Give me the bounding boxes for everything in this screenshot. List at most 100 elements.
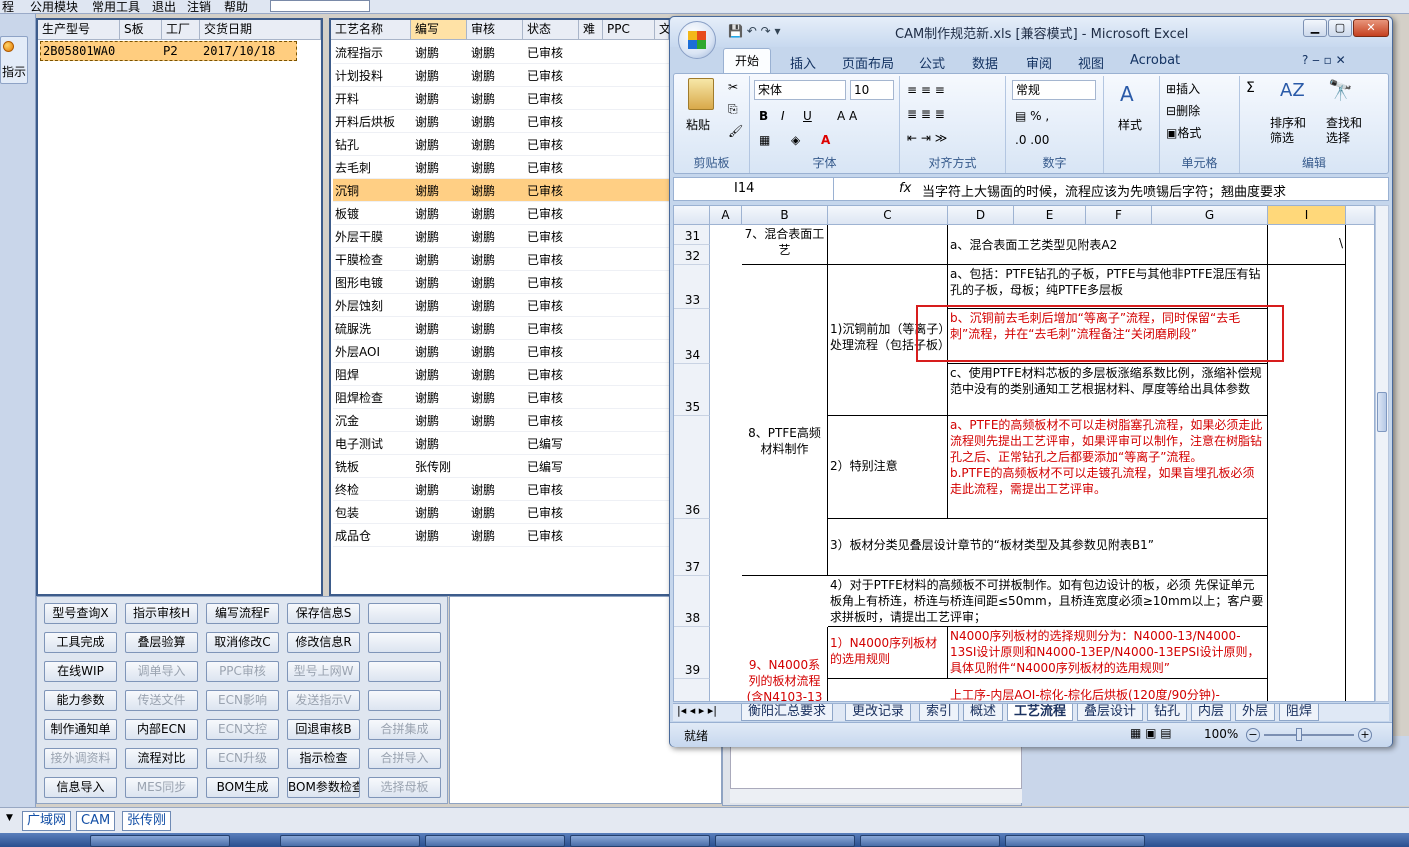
process-row[interactable]: 沉铜 谢鹏 谢鹏 已审核 (333, 179, 671, 202)
tab-user[interactable]: 张传刚 (122, 811, 172, 831)
col-header-status[interactable]: 状态 (523, 20, 579, 40)
cell-d35[interactable]: c、使用PTFE材料芯板的多层板涨缩系数比例，涨缩补偿规范中没有的类别通知工艺根… (948, 364, 1268, 416)
command-button[interactable]: BOM生成 (206, 777, 279, 798)
select-all-corner[interactable] (674, 206, 710, 225)
command-button[interactable]: MES同步 (125, 777, 198, 798)
background-hscrollbar[interactable] (730, 788, 1022, 803)
command-button[interactable]: 接外调资料 (44, 748, 117, 769)
row-header[interactable]: 33 (674, 265, 710, 309)
font-grow-icon[interactable]: A A (836, 106, 858, 126)
format-cells-button[interactable]: ▣格式 (1166, 124, 1201, 141)
col-header-c[interactable]: C (828, 206, 948, 225)
scroll-thumb[interactable] (1377, 392, 1387, 432)
command-button[interactable]: ECN影响 (206, 690, 279, 711)
order-row[interactable]: 2B05801WA0 P2 2017/10/18 (40, 41, 297, 61)
command-button[interactable]: 指示检查 (287, 748, 360, 769)
process-row[interactable]: 沉金 谢鹏 谢鹏 已审核 (333, 409, 671, 432)
command-button[interactable]: 合拼导入 (368, 748, 441, 769)
cell-b39[interactable]: 9、N4000系列的板材流程(含N4103-13 (742, 627, 828, 701)
tab-wan[interactable]: 广域网 (22, 811, 72, 831)
row-header[interactable]: 32 (674, 245, 710, 265)
name-box[interactable]: I14 (674, 178, 834, 200)
font-size-select[interactable]: 10 (850, 80, 894, 100)
taskbar-item[interactable] (1005, 835, 1145, 847)
process-row[interactable]: 开料 谢鹏 谢鹏 已审核 (333, 87, 671, 110)
tab-cam[interactable]: CAM (76, 811, 116, 831)
sheet-tab[interactable]: 更改记录 (845, 704, 912, 721)
quick-access-toolbar[interactable]: 💾 ↶ ↷ ▾ (728, 24, 781, 38)
find-select-label[interactable]: 查找和 选择 (1326, 116, 1362, 146)
command-button[interactable]: 内部ECN (125, 719, 198, 740)
row-header[interactable]: 37 (674, 519, 710, 576)
minimize-button[interactable]: ▁ (1303, 19, 1327, 37)
help-icon[interactable]: ? ‒ ▫ ✕ (1302, 53, 1346, 67)
sheet-tab[interactable]: 工艺流程 (1007, 704, 1074, 721)
tab-acrobat[interactable]: Acrobat (1130, 53, 1180, 68)
sort-filter-label[interactable]: 排序和 筛选 (1270, 116, 1306, 146)
cut-icon[interactable]: ✂ (728, 80, 738, 94)
bold-icon[interactable]: B (758, 106, 769, 126)
zoom-slider-track[interactable] (1264, 734, 1354, 736)
command-button[interactable]: 在线WIP (44, 661, 117, 682)
cell-d39[interactable]: N4000序列板材的选择规则分为：N4000-13/N4000-13SI设计原则… (948, 627, 1268, 679)
tab-page-layout[interactable]: 页面布局 (842, 53, 894, 72)
cell-c38[interactable]: 4）对于PTFE材料的高频板不可拼板制作。如有包边设计的板，必须 先保证单元板角… (828, 576, 1268, 627)
process-row[interactable]: 阻焊 谢鹏 谢鹏 已审核 (333, 363, 671, 386)
col-header-reviewer[interactable]: 审核 (467, 20, 523, 40)
guide-button[interactable]: 指示 (0, 36, 28, 84)
cell-d31[interactable]: a、混合表面工艺类型见附表A2 (948, 225, 1268, 265)
command-button[interactable]: 型号查询X (44, 603, 117, 624)
process-row[interactable]: 开料后烘板 谢鹏 谢鹏 已审核 (333, 110, 671, 133)
row-header[interactable] (674, 679, 710, 701)
cell-d33[interactable]: a、包括：PTFE钻孔的子板，PTFE与其他非PTFE混压有钻孔的子板，母板；纯… (948, 265, 1268, 309)
col-header-date[interactable]: 交货日期 (200, 20, 321, 40)
cell-c37[interactable]: 3）板材分类见叠层设计章节的“板材类型及其参数见附表B1” (828, 519, 1268, 576)
col-header-b[interactable]: B (742, 206, 828, 225)
command-button[interactable]: 流程对比 (125, 748, 198, 769)
command-button[interactable] (368, 690, 441, 711)
command-button[interactable] (368, 632, 441, 653)
styles-label[interactable]: 样式 (1118, 116, 1142, 133)
view-buttons-icon[interactable]: ▦ ▣ ▤ (1130, 726, 1172, 740)
col-header-a[interactable]: A (710, 206, 742, 225)
italic-icon[interactable]: I (780, 106, 786, 126)
process-row[interactable]: 干膜检查 谢鹏 谢鹏 已审核 (333, 248, 671, 271)
insert-function-icon[interactable]: fx (899, 181, 911, 196)
process-row[interactable]: 外层干膜 谢鹏 谢鹏 已审核 (333, 225, 671, 248)
cell-d36[interactable]: a、PTFE的高频板材不可以走树脂塞孔流程，如果必须走此流程则先提出工艺评审，如… (948, 416, 1268, 519)
taskbar-item[interactable] (280, 835, 420, 847)
command-button[interactable] (368, 661, 441, 682)
underline-icon[interactable]: U (802, 106, 813, 126)
decimal-icon[interactable]: .0 .00 (1014, 130, 1050, 150)
menu-item-tools[interactable]: 常用工具 (92, 0, 140, 13)
command-button[interactable]: 制作通知单 (44, 719, 117, 740)
command-button[interactable]: 保存信息S (287, 603, 360, 624)
menu-combo-box[interactable] (270, 0, 370, 12)
zoom-level[interactable]: 100% (1204, 727, 1238, 741)
tab-view[interactable]: 视图 (1078, 53, 1104, 72)
formula-input[interactable]: 当字符上大锡面的时候，流程应该为先喷锡后字符；翘曲度要求 (922, 181, 1360, 200)
process-row[interactable]: 计划投料 谢鹏 谢鹏 已审核 (333, 64, 671, 87)
menu-item-help[interactable]: 帮助 (224, 0, 248, 13)
close-button[interactable]: ✕ (1353, 19, 1389, 37)
cell-b31[interactable]: 7、混合表面工艺 (742, 225, 828, 265)
process-row[interactable]: 板镀 谢鹏 谢鹏 已审核 (333, 202, 671, 225)
percent-icon[interactable]: ▤ % , (1014, 106, 1050, 126)
tab-data[interactable]: 数据 (972, 53, 998, 72)
row-header[interactable]: 38 (674, 576, 710, 627)
col-header-model[interactable]: 生产型号 (38, 20, 120, 40)
command-button[interactable]: 取消修改C (206, 632, 279, 653)
fill-color-icon[interactable]: ◈ (790, 130, 801, 150)
process-row[interactable]: 阻焊检查 谢鹏 谢鹏 已审核 (333, 386, 671, 409)
paste-label[interactable]: 粘贴 (686, 116, 710, 133)
tab-formulas[interactable]: 公式 (919, 53, 945, 72)
menu-item-exit[interactable]: 退出 (152, 0, 176, 13)
insert-cells-button[interactable]: ⊞插入 (1166, 80, 1200, 97)
command-button[interactable]: 工具完成 (44, 632, 117, 653)
process-row[interactable]: 外层AOI 谢鹏 谢鹏 已审核 (333, 340, 671, 363)
process-row[interactable]: 流程指示 谢鹏 谢鹏 已审核 (333, 41, 671, 64)
command-button[interactable]: PPC审核 (206, 661, 279, 682)
command-button[interactable]: 型号上网W (287, 661, 360, 682)
command-button[interactable]: 发送指示V (287, 690, 360, 711)
sheet-tab[interactable]: 阻焊 (1279, 704, 1320, 721)
